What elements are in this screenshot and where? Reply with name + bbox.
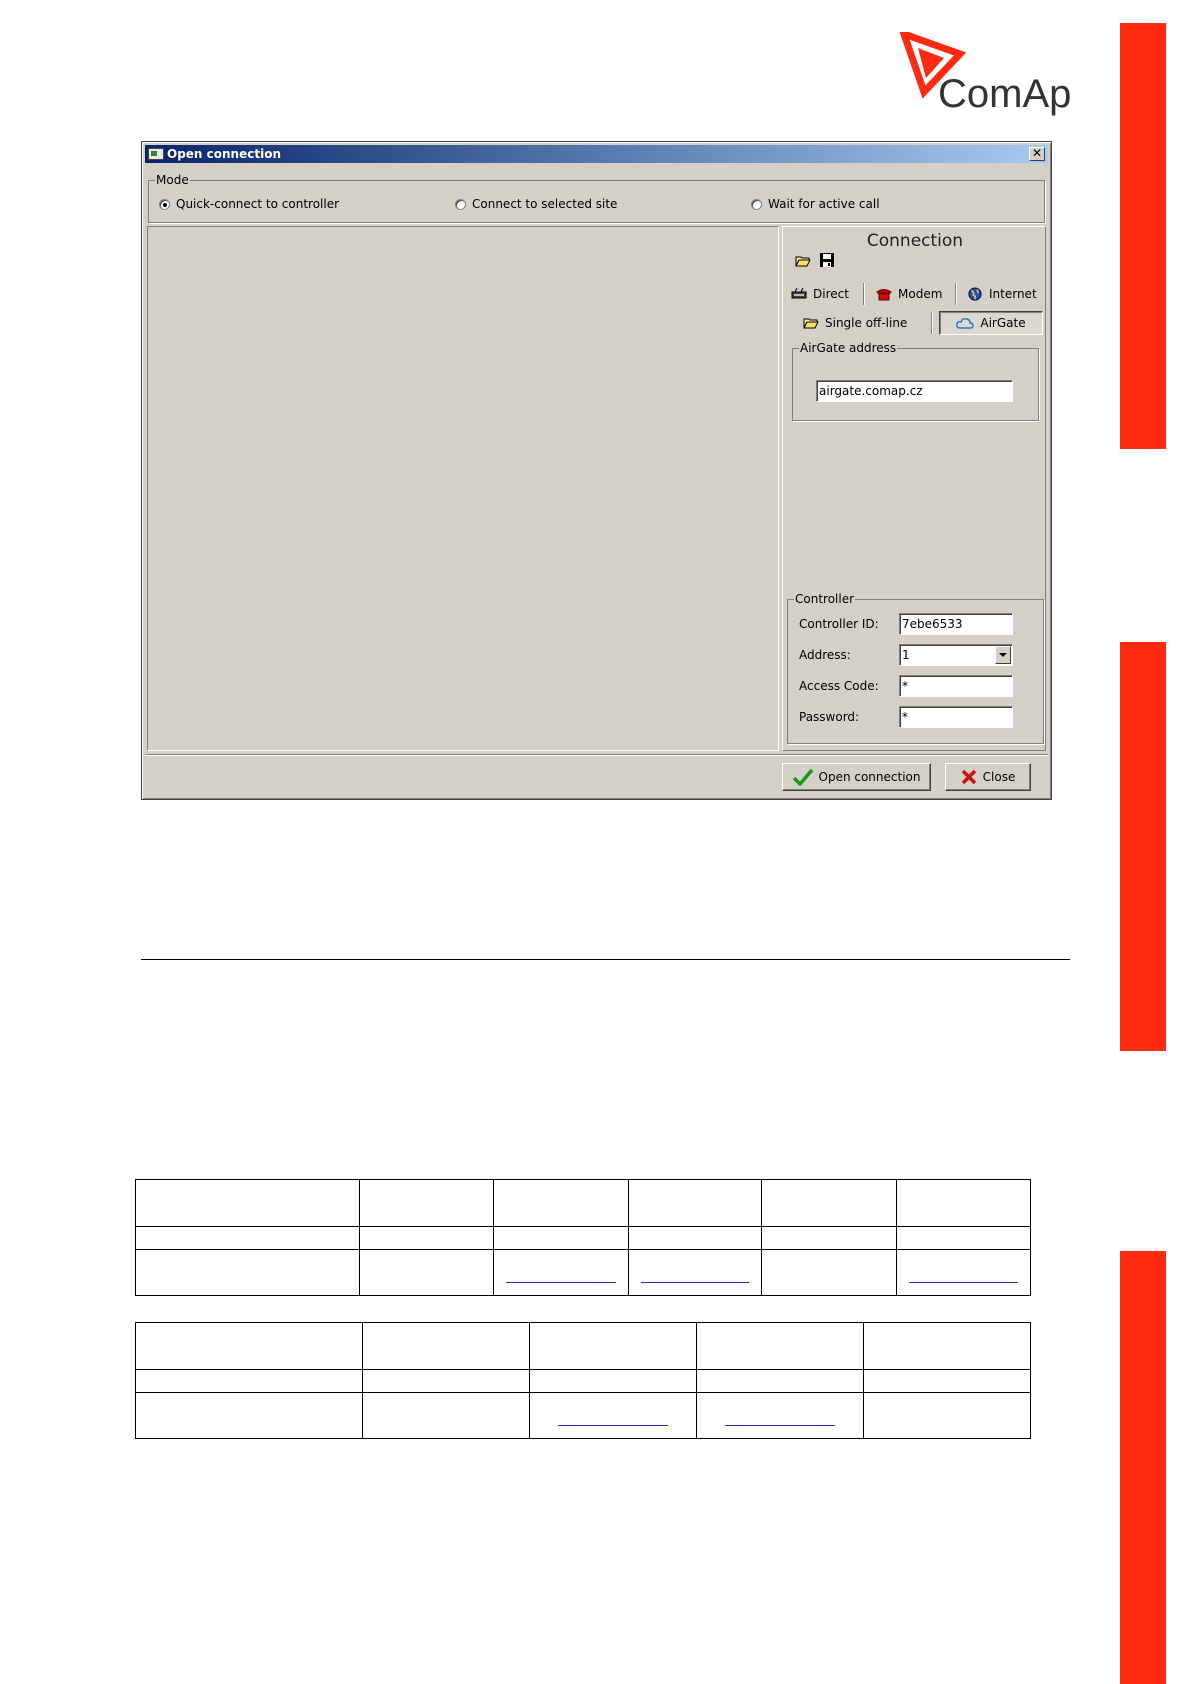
mode-legend: Mode: [156, 173, 189, 187]
close-icon[interactable]: ✕: [1029, 147, 1045, 161]
app-icon: [148, 148, 164, 160]
tab-label: Internet: [989, 287, 1037, 301]
table-row: [135, 1249, 1032, 1296]
airgate-cloud-icon: [956, 318, 975, 329]
site-list-panel: [147, 226, 779, 751]
side-bar-top: [1120, 23, 1166, 449]
address-select[interactable]: 1: [899, 644, 1013, 666]
tab-divider: [931, 312, 932, 334]
open-folder-icon[interactable]: [795, 253, 811, 269]
tab-divider: [863, 283, 864, 305]
radio-selected-icon: [159, 198, 170, 210]
airgate-address-legend: AirGate address: [800, 341, 897, 355]
internet-globe-icon: [968, 287, 982, 301]
password-input[interactable]: *: [899, 706, 1013, 728]
mode-radio-selected-site[interactable]: Connect to selected site: [455, 197, 617, 211]
address-label: Address:: [799, 648, 851, 662]
tab-airgate[interactable]: AirGate: [939, 311, 1043, 335]
mode-radio-wait-call[interactable]: Wait for active call: [751, 197, 880, 211]
footer-divider: [145, 754, 1048, 755]
checkmark-icon: [792, 768, 813, 786]
controller-legend: Controller: [795, 592, 855, 606]
tab-label: Modem: [898, 287, 943, 301]
password-label: Password:: [799, 710, 860, 724]
section-rule: [141, 959, 1070, 960]
tab-label: AirGate: [980, 316, 1026, 330]
save-disk-icon[interactable]: [819, 252, 835, 268]
table-row: [134, 1322, 1031, 1370]
table-two: [134, 1322, 1031, 1439]
radio-empty-icon: [455, 198, 466, 210]
open-connection-button[interactable]: Open connection: [782, 763, 931, 791]
side-bar-bottom: [1120, 1251, 1166, 1684]
dialog-title-bar[interactable]: Open connection ✕: [145, 145, 1048, 163]
open-connection-dialog: Open connection ✕ Mode Quick-connect to …: [141, 141, 1052, 800]
radio-empty-icon: [751, 198, 762, 210]
close-button[interactable]: Close: [945, 763, 1031, 791]
table-row: [134, 1392, 1031, 1439]
link-underline[interactable]: [725, 1425, 836, 1426]
controller-id-label: Controller ID:: [799, 617, 879, 631]
direct-cable-icon: [791, 287, 807, 299]
connection-panel: Connection Direct Modem Internet Single …: [782, 226, 1046, 751]
mode-option-label: Wait for active call: [768, 197, 880, 211]
table-row: [135, 1226, 1032, 1250]
red-x-icon: [961, 769, 976, 785]
open-connection-label: Open connection: [818, 770, 921, 784]
tab-direct[interactable]: Direct: [791, 283, 849, 305]
tab-label: Single off-line: [825, 316, 908, 330]
access-code-input[interactable]: *: [899, 675, 1013, 697]
link-underline[interactable]: [558, 1425, 669, 1426]
address-selected-value: 1: [902, 648, 910, 662]
table-row: [135, 1179, 1032, 1227]
tab-single-offline[interactable]: Single off-line: [803, 312, 907, 334]
mode-radio-quick-connect[interactable]: Quick-connect to controller: [159, 197, 339, 211]
tab-modem[interactable]: Modem: [876, 283, 942, 305]
side-bar-middle: [1120, 642, 1166, 1051]
chevron-down-icon[interactable]: [995, 646, 1011, 664]
comap-logo-text: ComAp: [938, 72, 1072, 116]
tab-internet[interactable]: Internet: [967, 283, 1037, 305]
dialog-title: Open connection: [167, 147, 281, 161]
airgate-address-input[interactable]: airgate.comap.cz: [816, 380, 1013, 402]
close-label: Close: [982, 770, 1016, 784]
mode-option-label: Connect to selected site: [472, 197, 618, 211]
table-row: [134, 1369, 1031, 1393]
tab-label: Direct: [813, 287, 849, 301]
open-folder-icon: [803, 318, 819, 329]
tab-divider: [955, 283, 956, 305]
table-one: [135, 1179, 1032, 1296]
modem-phone-icon: [876, 289, 892, 301]
link-underline[interactable]: [506, 1282, 616, 1283]
link-underline[interactable]: [640, 1282, 750, 1283]
controller-id-input[interactable]: 7ebe6533: [899, 613, 1013, 635]
connection-title: Connection: [866, 231, 964, 251]
link-underline[interactable]: [908, 1282, 1018, 1283]
mode-option-label: Quick-connect to controller: [176, 197, 340, 211]
access-code-label: Access Code:: [799, 679, 879, 693]
